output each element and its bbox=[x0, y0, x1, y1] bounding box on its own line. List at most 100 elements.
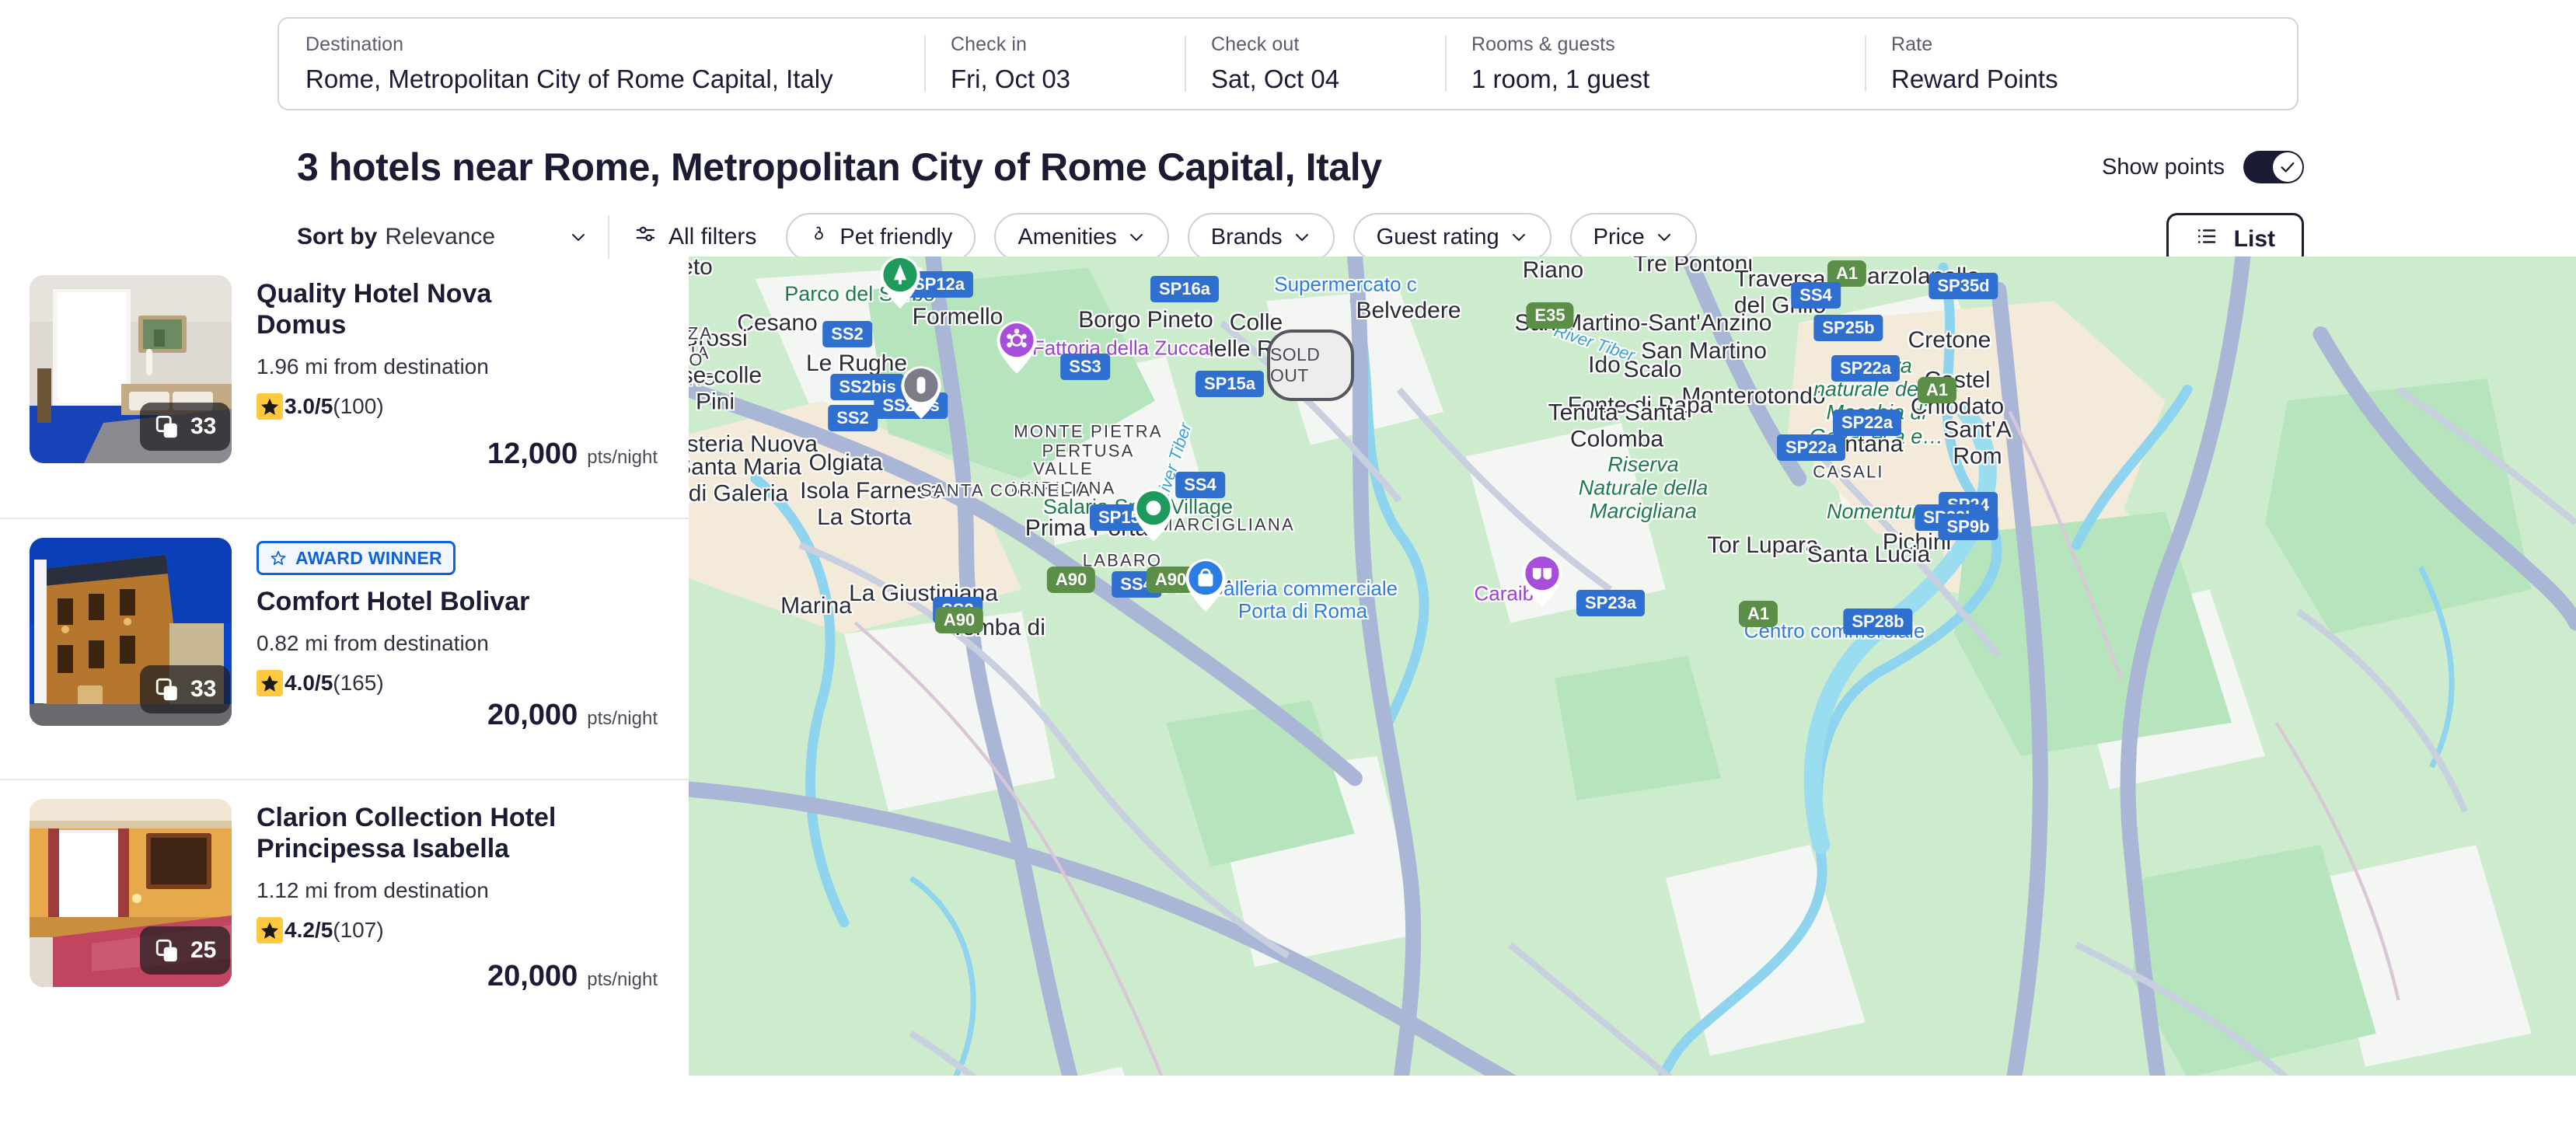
page-title: 3 hotels near Rome, Metropolitan City of… bbox=[297, 145, 1382, 189]
sort-by-dropdown[interactable]: Sort by Relevance bbox=[297, 224, 608, 250]
filters-icon bbox=[634, 222, 658, 252]
review-count: (100) bbox=[333, 394, 384, 419]
price-points: 20,000 bbox=[487, 960, 578, 992]
photo-count: 25 bbox=[190, 937, 217, 963]
filter-chip-amenities[interactable]: Amenities bbox=[994, 213, 1169, 261]
destination-value: Rome, Metropolitan City of Rome Capital,… bbox=[305, 65, 833, 93]
rating-value: 4.2/5 bbox=[284, 918, 333, 943]
hotel-results-list[interactable]: 33 Quality Hotel Nova Domus 1.96 mi from… bbox=[0, 256, 689, 1076]
price-unit: pts/night bbox=[587, 708, 658, 729]
search-bar-container: Destination Rome, Metropolitan City of R… bbox=[0, 0, 2576, 110]
filter-chip-price[interactable]: Price bbox=[1569, 213, 1697, 261]
filter-chip-label: Pet friendly bbox=[839, 224, 953, 249]
rate-label: Rate bbox=[1891, 33, 1933, 55]
checkin-field[interactable]: Check in Fri, Oct 03 bbox=[924, 19, 1185, 109]
checkin-label: Check in bbox=[951, 33, 1028, 55]
review-count: (107) bbox=[333, 918, 384, 943]
award-winner-badge: AWARD WINNER bbox=[257, 541, 456, 575]
all-filters-label: All filters bbox=[668, 224, 757, 249]
sold-out-label: SOLD OUT bbox=[1270, 344, 1321, 385]
list-icon bbox=[2195, 225, 2218, 254]
destination-label: Destination bbox=[305, 33, 404, 55]
filter-chip-guest-rating[interactable]: Guest rating bbox=[1353, 213, 1552, 261]
sort-by-label: Sort by bbox=[297, 224, 378, 249]
hotel-info: AWARD WINNER Comfort Hotel Bolivar 0.82 … bbox=[257, 538, 658, 760]
chevron-down-icon bbox=[1655, 228, 1674, 246]
chevron-down-icon bbox=[1293, 228, 1311, 246]
star-icon bbox=[257, 393, 283, 420]
filter-chip-pet-friendly[interactable]: Pet friendly bbox=[786, 213, 976, 261]
destination-field[interactable]: Destination Rome, Metropolitan City of R… bbox=[279, 19, 924, 109]
hotel-card[interactable]: 33 Quality Hotel Nova Domus 1.96 mi from… bbox=[0, 256, 689, 518]
content-split: 33 Quality Hotel Nova Domus 1.96 mi from… bbox=[0, 256, 2576, 1076]
hotel-name[interactable]: Clarion Collection Hotel Principessa Isa… bbox=[257, 802, 583, 864]
price-unit: pts/night bbox=[587, 969, 658, 990]
hotel-rating: 3.0/5 (100) bbox=[257, 393, 658, 420]
rooms-guests-value: 1 room, 1 guest bbox=[1471, 65, 1650, 93]
hotel-distance: 1.96 mi from destination bbox=[257, 354, 489, 379]
map-view[interactable]: eto Parco del Sorbo Supermercato c Riano… bbox=[689, 256, 2576, 1076]
sold-out-marker[interactable]: SOLD OUT bbox=[1267, 330, 1354, 401]
all-filters-button[interactable]: All filters bbox=[634, 222, 756, 252]
sort-by-value: Relevance bbox=[385, 224, 496, 249]
filter-chip-label: Amenities bbox=[1017, 224, 1117, 249]
hotel-rating: 4.2/5 (107) bbox=[257, 917, 658, 944]
hotel-thumbnail[interactable]: 25 bbox=[30, 799, 232, 987]
checkout-label: Check out bbox=[1211, 33, 1300, 55]
star-icon bbox=[257, 670, 283, 697]
hotel-thumbnail[interactable]: 33 bbox=[30, 538, 232, 726]
filter-chip-label: Brands bbox=[1210, 224, 1283, 249]
chevron-down-icon bbox=[1510, 228, 1528, 246]
hotel-card[interactable]: 25 Clarion Collection Hotel Principessa … bbox=[0, 779, 689, 1040]
chevron-down-icon bbox=[1127, 228, 1146, 246]
hotel-card[interactable]: 33 AWARD WINNER Comfort Hotel Bolivar 0.… bbox=[0, 518, 689, 779]
show-points-toggle[interactable] bbox=[2243, 151, 2304, 183]
hotel-price: 20,000 pts/night bbox=[487, 960, 658, 993]
filter-chip-label: Price bbox=[1593, 224, 1645, 249]
hotel-thumbnail[interactable]: 33 bbox=[30, 275, 232, 463]
check-icon bbox=[2281, 162, 2295, 173]
price-unit: pts/night bbox=[587, 447, 658, 468]
photos-icon bbox=[155, 939, 177, 962]
hotel-rating: 4.0/5 (165) bbox=[257, 670, 658, 697]
photo-count-badge: 25 bbox=[140, 926, 231, 975]
review-count: (165) bbox=[333, 671, 384, 696]
hotel-info: Quality Hotel Nova Domus 1.96 mi from de… bbox=[257, 275, 658, 499]
hotel-distance: 0.82 mi from destination bbox=[257, 631, 489, 656]
photos-icon bbox=[155, 678, 177, 701]
filter-chip-brands[interactable]: Brands bbox=[1187, 213, 1335, 261]
results-header: 3 hotels near Rome, Metropolitan City of… bbox=[0, 110, 2576, 190]
rooms-guests-field[interactable]: Rooms & guests 1 room, 1 guest bbox=[1445, 19, 1865, 109]
price-points: 20,000 bbox=[487, 699, 578, 731]
list-view-label: List bbox=[2233, 226, 2275, 252]
rate-value: Reward Points bbox=[1891, 65, 2058, 93]
chevron-down-icon bbox=[569, 228, 588, 246]
filter-chip-label: Guest rating bbox=[1376, 224, 1499, 249]
rooms-guests-label: Rooms & guests bbox=[1471, 33, 1615, 55]
star-outline-icon bbox=[271, 550, 286, 565]
hotel-name[interactable]: Comfort Hotel Bolivar bbox=[257, 586, 583, 617]
map-base-layer bbox=[689, 256, 2576, 1076]
hotel-distance: 1.12 mi from destination bbox=[257, 878, 489, 903]
paw-icon bbox=[809, 224, 829, 250]
award-label: AWARD WINNER bbox=[295, 547, 442, 568]
filter-toolbar: Sort by Relevance All filters Pet friend… bbox=[0, 190, 2576, 266]
checkin-value: Fri, Oct 03 bbox=[951, 65, 1071, 93]
toolbar-divider bbox=[608, 215, 609, 259]
rating-value: 4.0/5 bbox=[284, 671, 333, 696]
photo-count-badge: 33 bbox=[140, 665, 231, 713]
hotel-name[interactable]: Quality Hotel Nova Domus bbox=[257, 278, 583, 340]
photo-count-badge: 33 bbox=[140, 403, 231, 451]
checkout-value: Sat, Oct 04 bbox=[1211, 65, 1340, 93]
photos-icon bbox=[155, 415, 177, 438]
hotel-price: 20,000 pts/night bbox=[487, 699, 658, 732]
photo-count: 33 bbox=[190, 676, 217, 702]
star-icon bbox=[257, 917, 283, 944]
search-bar: Destination Rome, Metropolitan City of R… bbox=[277, 17, 2299, 110]
price-points: 12,000 bbox=[487, 438, 578, 470]
show-points-toggle-group: Show points bbox=[2102, 151, 2304, 183]
rating-value: 3.0/5 bbox=[284, 394, 333, 419]
show-points-label: Show points bbox=[2102, 154, 2225, 180]
rate-field[interactable]: Rate Reward Points bbox=[1865, 19, 2297, 109]
checkout-field[interactable]: Check out Sat, Oct 04 bbox=[1185, 19, 1445, 109]
